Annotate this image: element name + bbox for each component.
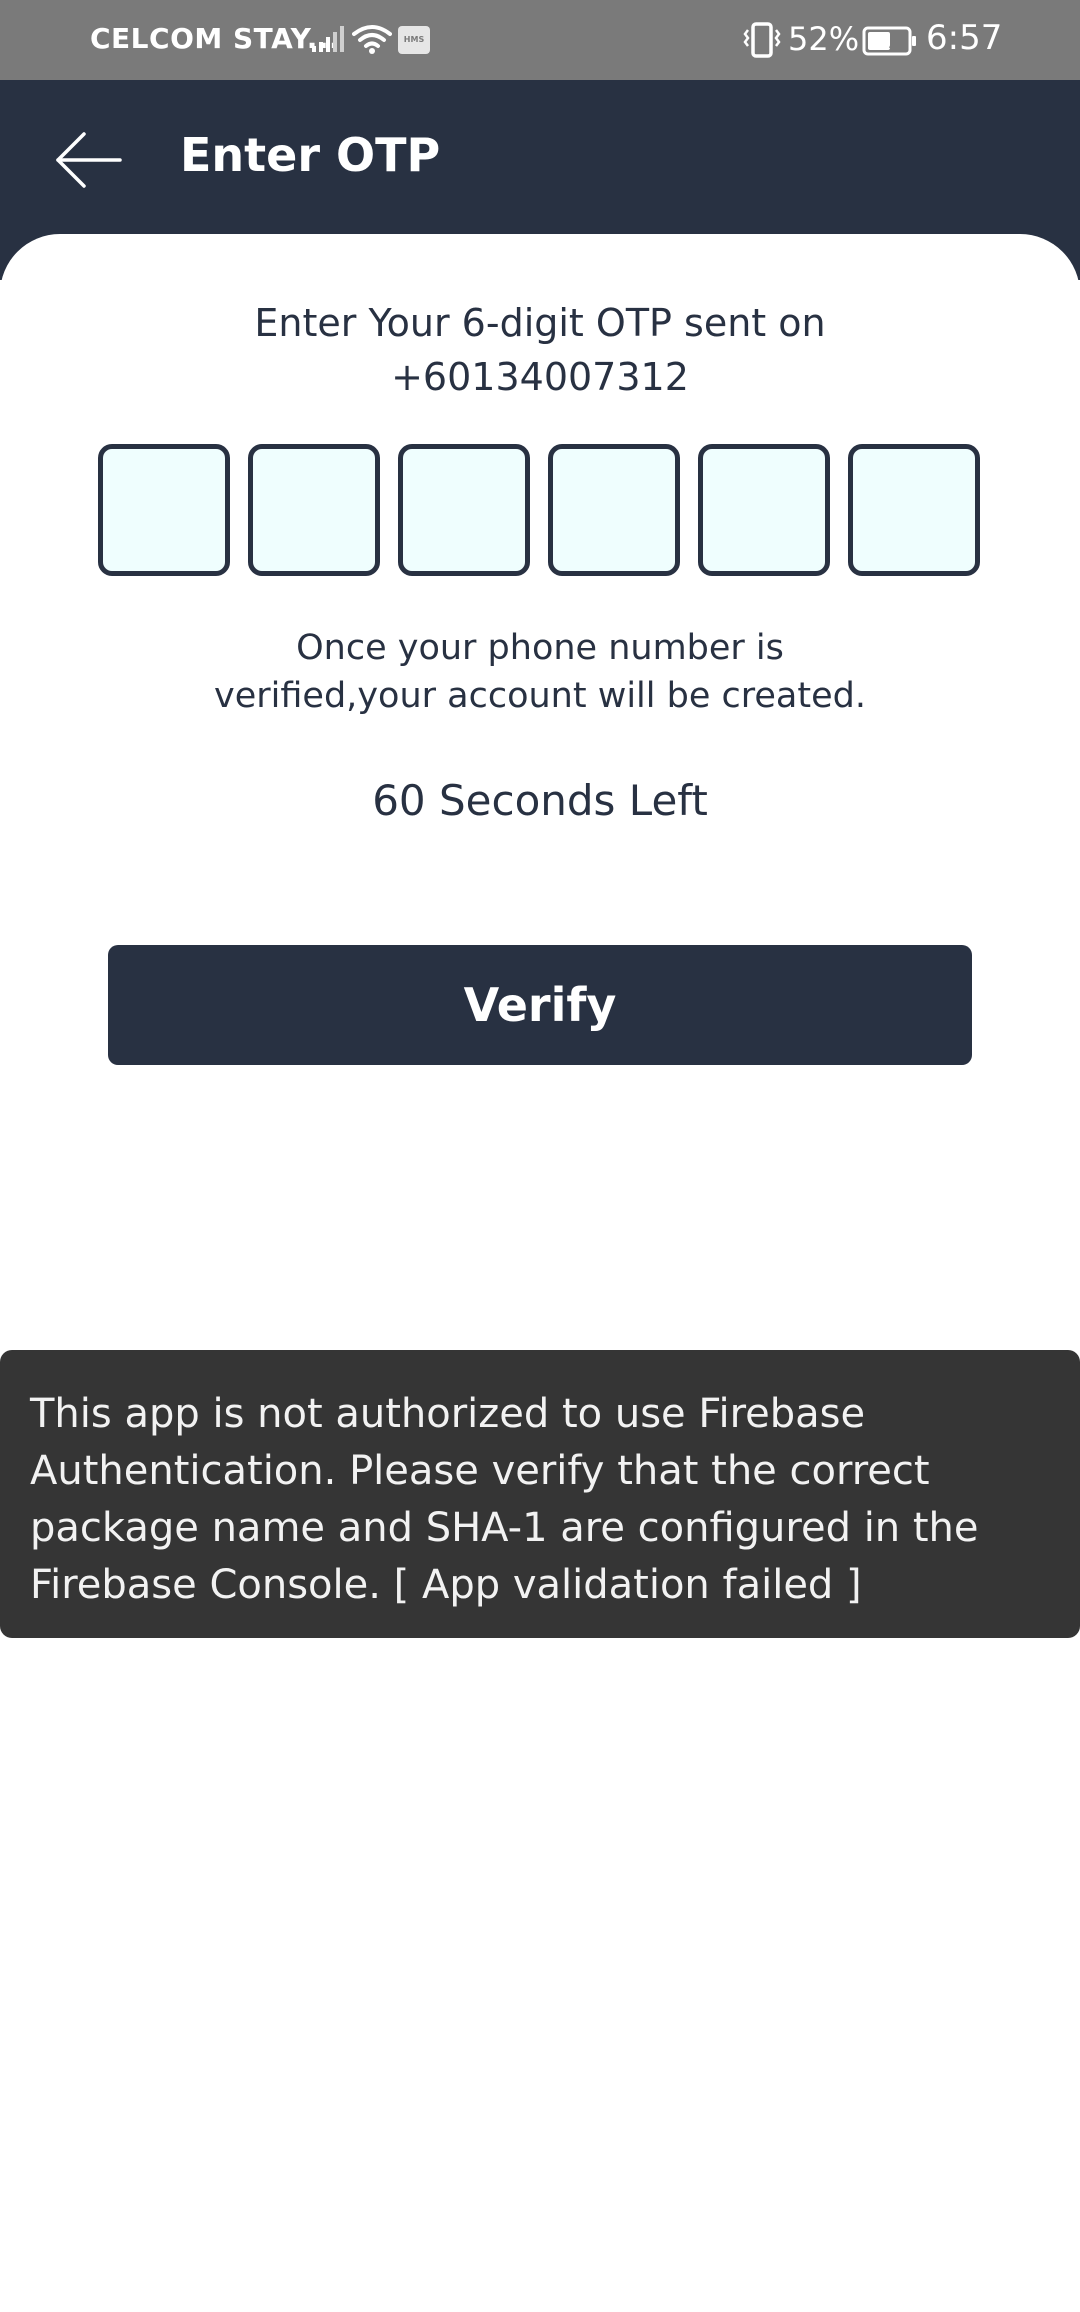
- back-arrow-icon: [56, 132, 122, 188]
- status-bar: CELCOM STAY... HMS 52% 6:57: [0, 0, 1080, 80]
- otp-digit-6[interactable]: [848, 444, 980, 576]
- battery-icon: [862, 26, 918, 60]
- clock: 6:57: [926, 18, 1003, 58]
- otp-card: Enter Your 6-digit OTP sent on +60134007…: [0, 234, 1080, 2312]
- page-title: Enter OTP: [180, 128, 441, 182]
- otp-digit-2[interactable]: [248, 444, 380, 576]
- otp-prompt-text: Enter Your 6-digit OTP sent on: [254, 301, 826, 345]
- otp-input-row: [98, 444, 982, 576]
- toast-line-4: Firebase Console. [ App validation faile…: [30, 1562, 862, 1608]
- otp-digit-5[interactable]: [698, 444, 830, 576]
- carrier-name: CELCOM STAY...: [90, 22, 341, 55]
- battery-percent: 52%: [788, 20, 860, 58]
- toast-line-1: This app is not authorized to use Fireba…: [30, 1391, 866, 1437]
- account-info-text: Once your phone number is verified,your …: [0, 624, 1080, 720]
- otp-digit-1[interactable]: [98, 444, 230, 576]
- phone-number: +60134007312: [391, 355, 689, 399]
- info-line-1: Once your phone number is: [296, 628, 784, 668]
- vibrate-icon: [742, 22, 782, 62]
- info-line-2: verified,your account will be created.: [214, 676, 866, 716]
- back-button[interactable]: [48, 120, 128, 200]
- toast-line-2: Authentication. Please verify that the c…: [30, 1448, 930, 1494]
- error-toast: This app is not authorized to use Fireba…: [0, 1350, 1080, 1638]
- toast-line-3: package name and SHA-1 are configured in…: [30, 1505, 979, 1551]
- signal-icon: [310, 24, 346, 58]
- wifi-icon: [352, 22, 392, 60]
- hms-icon: HMS: [398, 26, 430, 54]
- otp-screen: CELCOM STAY... HMS 52% 6:57 Enter OTP En…: [0, 0, 1080, 2312]
- otp-digit-3[interactable]: [398, 444, 530, 576]
- otp-digit-4[interactable]: [548, 444, 680, 576]
- countdown-timer: 60 Seconds Left: [372, 776, 708, 825]
- verify-button[interactable]: Verify: [108, 945, 972, 1065]
- otp-prompt: Enter Your 6-digit OTP sent on +60134007…: [0, 296, 1080, 404]
